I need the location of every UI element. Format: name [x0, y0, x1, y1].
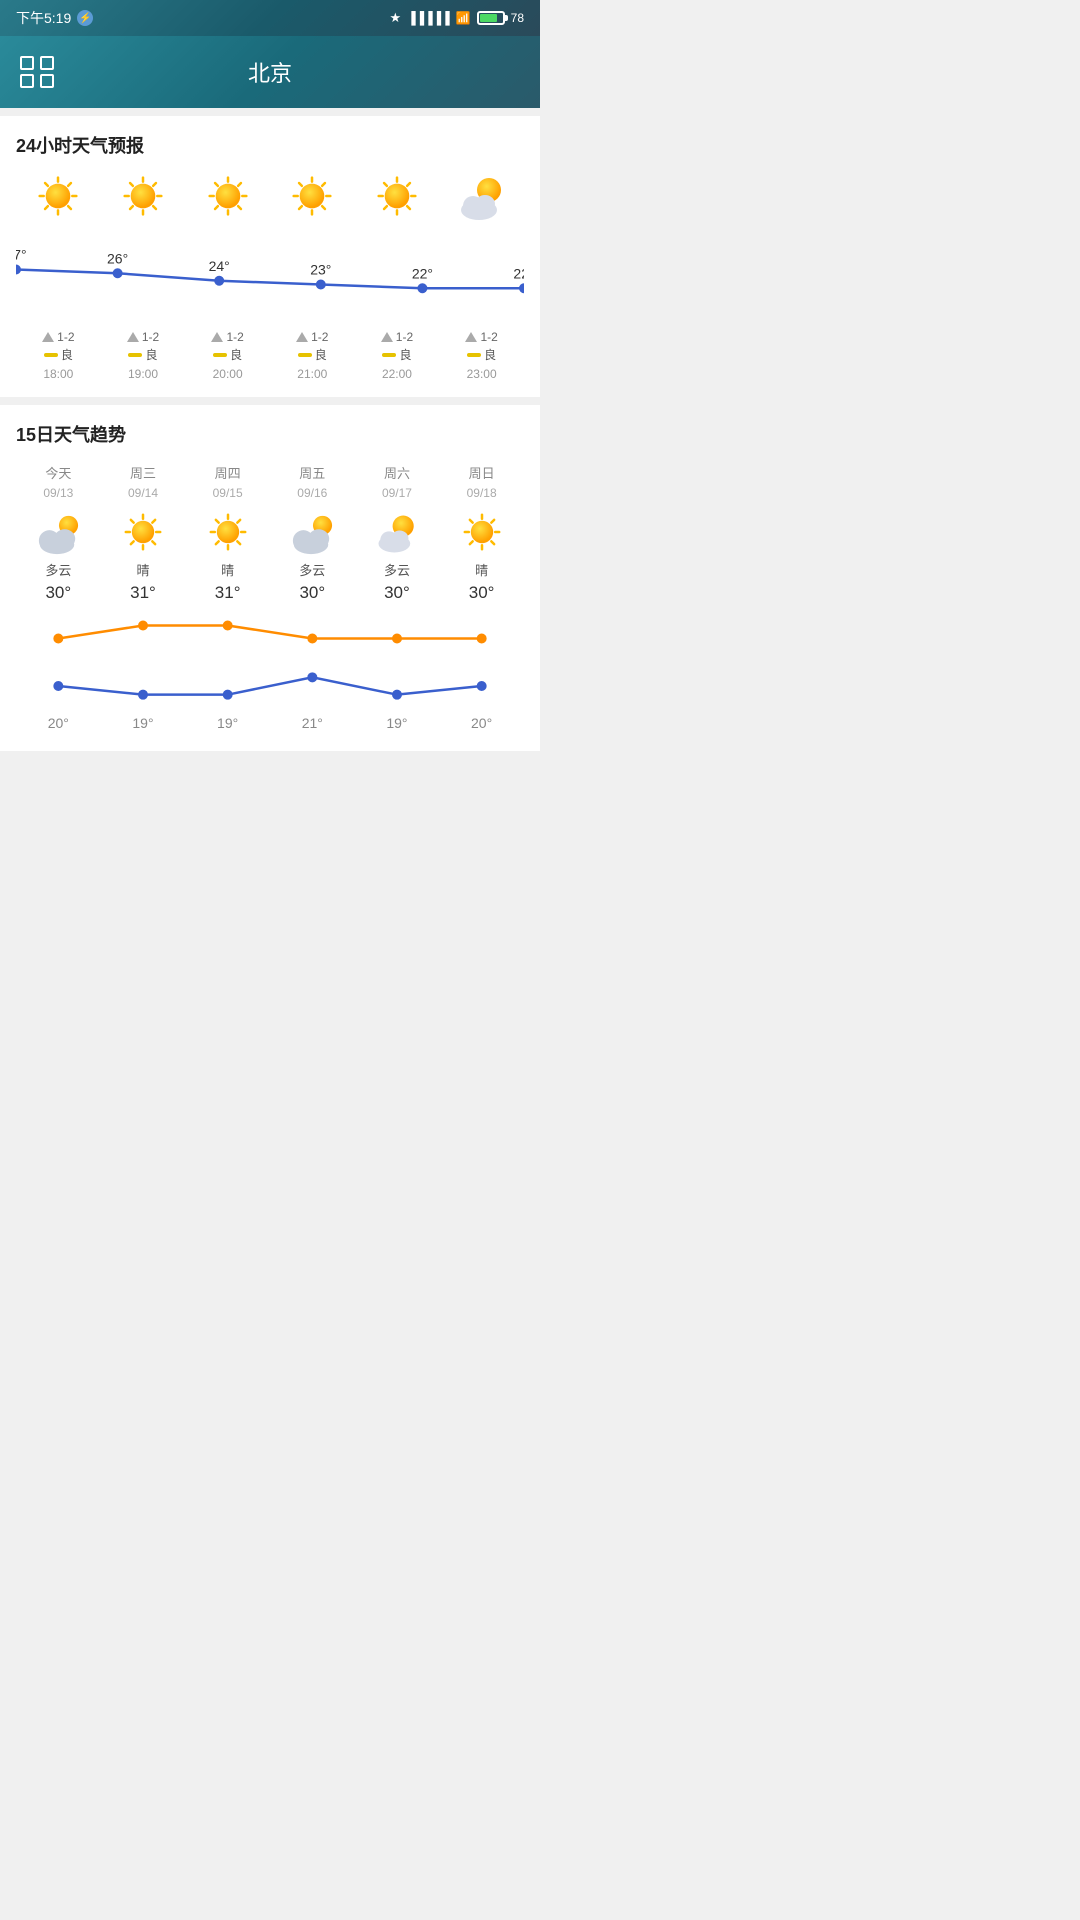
day-high-0: 30°: [16, 583, 101, 603]
day-icon-3: [270, 512, 355, 556]
svg-text:22°: 22°: [412, 265, 433, 281]
day-icons-row: [16, 512, 524, 556]
svg-text:26°: 26°: [107, 250, 128, 266]
daily-title: 15日天气趋势: [16, 421, 524, 447]
status-right: ★ ▐▐▐▐▐ 📶 78: [390, 10, 524, 26]
city-title: 北京: [248, 56, 292, 88]
wind-air-item-3: 1-2 良: [270, 330, 355, 363]
day-condition-5: 晴: [439, 560, 524, 579]
svg-text:22°: 22°: [513, 265, 524, 281]
day-icon-0: [16, 512, 101, 556]
hourly-time-3: 21:00: [270, 363, 355, 381]
wind-air-item-4: 1-2 良: [355, 330, 440, 363]
daily-forecast-section: 15日天气趋势 今天 09/13 周三 09/14 周四 09/15 周五 09…: [0, 405, 540, 751]
battery-percent: 78: [511, 11, 524, 25]
hourly-temp-chart: 27° 26° 24° 23° 22° 22°: [16, 232, 524, 322]
hourly-time-2: 20:00: [185, 363, 270, 381]
svg-text:23°: 23°: [310, 262, 331, 278]
hourly-item-4: [355, 174, 440, 224]
day-high-4: 30°: [355, 583, 440, 603]
day-header-0: 今天 09/13: [16, 463, 101, 500]
day-low-4: 19°: [355, 715, 440, 731]
hourly-item-0: [16, 174, 101, 224]
wind-air-item-5: 1-2 良: [439, 330, 524, 363]
day-low-2: 19°: [185, 715, 270, 731]
hourly-forecast-section: 24小时天气预报: [0, 116, 540, 397]
hourly-time-4: 22:00: [355, 363, 440, 381]
status-bar: 下午5:19 ⚡ ★ ▐▐▐▐▐ 📶 78: [0, 0, 540, 36]
day-icon-2: [185, 512, 270, 556]
day-header-3: 周五 09/16: [270, 463, 355, 500]
day-low-5: 20°: [439, 715, 524, 731]
day-high-3: 30°: [270, 583, 355, 603]
hourly-times-row: 18:0019:0020:0021:0022:0023:00: [16, 363, 524, 381]
wifi-icon: 📶: [456, 11, 471, 25]
menu-cell-4: [40, 74, 54, 88]
days-header-row: 今天 09/13 周三 09/14 周四 09/15 周五 09/16 周六 0…: [16, 463, 524, 500]
day-condition-4: 多云: [355, 560, 440, 579]
battery-icon: [477, 11, 505, 25]
hourly-item-2: [185, 174, 270, 224]
status-left: 下午5:19 ⚡: [16, 8, 93, 28]
hourly-time-0: 18:00: [16, 363, 101, 381]
day-header-1: 周三 09/14: [101, 463, 186, 500]
signal-icon: ▐▐▐▐▐: [407, 11, 450, 25]
hourly-item-5: [439, 174, 524, 224]
time-display: 下午5:19: [16, 8, 71, 28]
menu-cell-3: [20, 74, 34, 88]
day-condition-2: 晴: [185, 560, 270, 579]
hourly-item-3: [270, 174, 355, 224]
day-condition-3: 多云: [270, 560, 355, 579]
app-header: 北京: [0, 36, 540, 108]
hourly-time-1: 19:00: [101, 363, 186, 381]
day-header-2: 周四 09/15: [185, 463, 270, 500]
hourly-time-5: 23:00: [439, 363, 524, 381]
hourly-title: 24小时天气预报: [16, 132, 524, 158]
day-lows-row: 20°19°19°21°19°20°: [16, 715, 524, 731]
day-header-4: 周六 09/17: [355, 463, 440, 500]
hourly-item-1: [101, 174, 186, 224]
wind-air-item-1: 1-2 良: [101, 330, 186, 363]
day-condition-1: 晴: [101, 560, 186, 579]
day-high-1: 31°: [101, 583, 186, 603]
menu-icon[interactable]: [20, 56, 56, 88]
day-header-5: 周日 09/18: [439, 463, 524, 500]
daily-low-chart: [16, 661, 524, 711]
day-conditions-row: 多云晴晴多云多云晴: [16, 560, 524, 579]
day-condition-0: 多云: [16, 560, 101, 579]
menu-cell-1: [20, 56, 34, 70]
wind-air-row: 1-2 良 1-2 良 1-2 良 1-2 良: [16, 330, 524, 363]
wind-air-item-2: 1-2 良: [185, 330, 270, 363]
day-high-5: 30°: [439, 583, 524, 603]
day-icon-4: [355, 512, 440, 556]
bluetooth-icon: ★: [390, 10, 402, 26]
day-icon-5: [439, 512, 524, 556]
svg-text:24°: 24°: [209, 258, 230, 274]
day-low-3: 21°: [270, 715, 355, 731]
svg-text:27°: 27°: [16, 247, 27, 263]
daily-high-chart: [16, 607, 524, 657]
menu-cell-2: [40, 56, 54, 70]
day-high-2: 31°: [185, 583, 270, 603]
day-low-0: 20°: [16, 715, 101, 731]
battery-fill: [480, 14, 497, 22]
day-low-1: 19°: [101, 715, 186, 731]
hourly-icons-row: [16, 174, 524, 224]
charging-icon: ⚡: [77, 10, 93, 26]
wind-air-item-0: 1-2 良: [16, 330, 101, 363]
day-highs-row: 30°31°31°30°30°30°: [16, 583, 524, 603]
day-icon-1: [101, 512, 186, 556]
